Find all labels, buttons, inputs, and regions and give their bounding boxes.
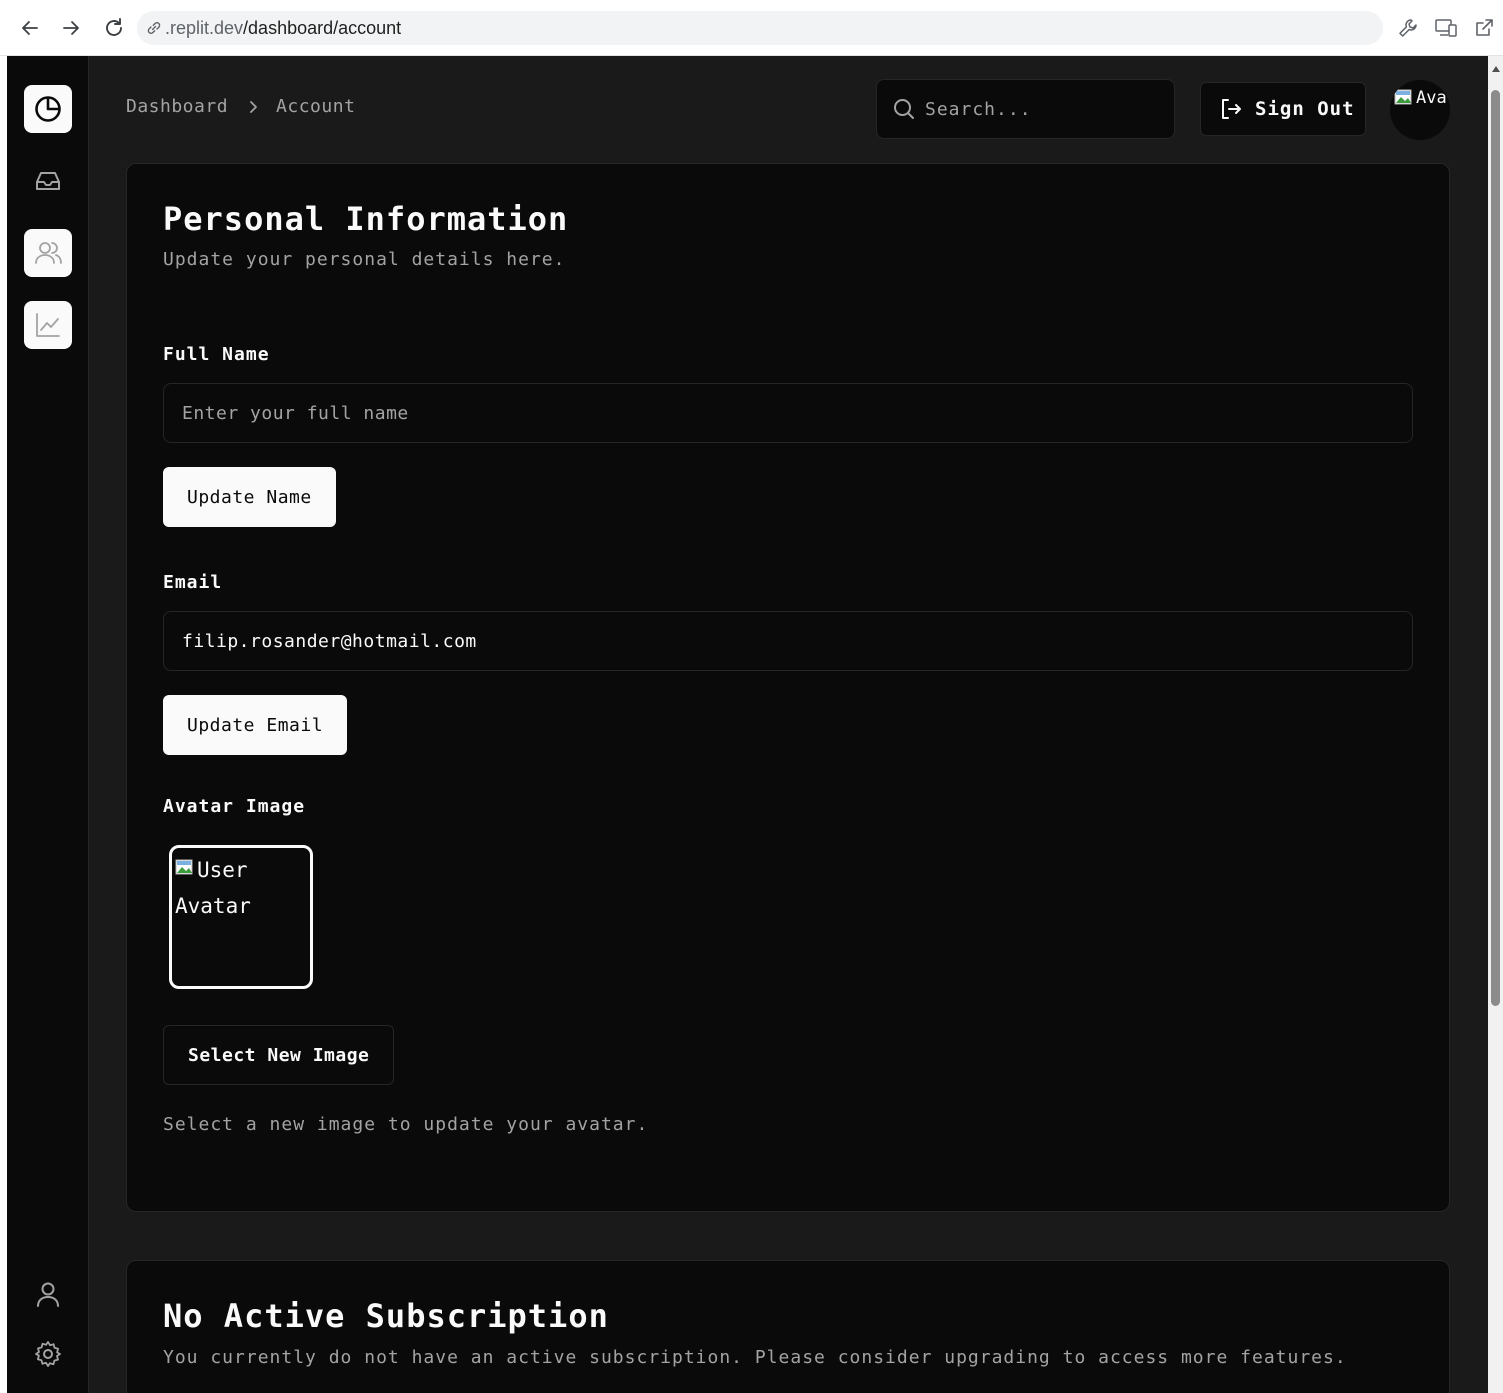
arrow-left-icon <box>22 21 38 35</box>
devices-button[interactable] <box>1433 15 1459 41</box>
devices-icon <box>1435 19 1457 37</box>
wrench-icon <box>1399 19 1417 37</box>
breadcrumb: Dashboard Account <box>126 96 355 117</box>
select-new-image-button[interactable]: Select New Image <box>163 1025 395 1085</box>
scrollbar[interactable] <box>1488 56 1503 1393</box>
forward-button[interactable] <box>56 13 86 43</box>
email-label: Email <box>163 572 223 593</box>
address-bar[interactable]: .replit.dev/dashboard/account <box>137 11 1383 45</box>
sign-out-label: Sign Out <box>1255 98 1355 120</box>
link-icon <box>147 22 161 34</box>
inbox-icon <box>36 172 60 190</box>
gear-icon <box>35 1341 61 1367</box>
back-button[interactable] <box>15 13 45 43</box>
users-icon <box>35 242 62 264</box>
full-name-label: Full Name <box>163 344 270 365</box>
sidebar-item-account[interactable] <box>24 1270 72 1318</box>
pie-chart-icon <box>35 96 61 122</box>
broken-image-icon <box>175 852 195 875</box>
sidebar-item-inbox[interactable] <box>24 157 72 205</box>
update-name-button[interactable]: Update Name <box>163 467 336 527</box>
sidebar-item-dashboard[interactable] <box>24 85 72 133</box>
subscription-description: You currently do not have an active subs… <box>163 1347 1347 1368</box>
card-description: Update your personal details here. <box>163 249 566 270</box>
devtools-button[interactable] <box>1395 15 1421 41</box>
app-window: Dashboard Account Search... Sign Out Ava… <box>7 56 1488 1393</box>
sidebar-item-analytics[interactable] <box>24 301 72 349</box>
sidebar <box>7 56 89 1393</box>
sidebar-item-settings[interactable] <box>24 1330 72 1378</box>
breadcrumb-account[interactable]: Account <box>276 96 355 117</box>
chevron-right-icon <box>248 100 260 114</box>
avatar[interactable]: Avatar <box>1390 80 1450 140</box>
search-placeholder: Search... <box>925 98 1032 120</box>
line-chart-icon <box>36 313 60 337</box>
subscription-title: No Active Subscription <box>163 1297 609 1335</box>
log-out-icon <box>1222 99 1241 119</box>
scroll-up-arrow-icon[interactable] <box>1492 66 1500 72</box>
avatar-image-label: Avatar Image <box>163 796 306 817</box>
sidebar-item-users[interactable] <box>24 229 72 277</box>
personal-information-card: Personal Information Update your persona… <box>126 163 1450 1212</box>
search-input[interactable]: Search... <box>876 79 1175 139</box>
open-external-button[interactable] <box>1471 15 1497 41</box>
update-email-button[interactable]: Update Email <box>163 695 348 755</box>
window-edge <box>0 56 7 1393</box>
scroll-thumb[interactable] <box>1491 90 1500 1006</box>
avatar-help-text: Select a new image to update your avatar… <box>163 1114 649 1135</box>
avatar-preview: User Avatar <box>169 845 313 989</box>
url-domain: .replit.dev <box>165 17 244 38</box>
breadcrumb-dashboard[interactable]: Dashboard <box>126 96 228 117</box>
search-icon <box>894 99 914 119</box>
broken-image-icon <box>1394 89 1414 107</box>
browser-toolbar: .replit.dev/dashboard/account <box>0 0 1503 56</box>
subscription-card: No Active Subscription You currently do … <box>126 1260 1450 1393</box>
reload-button[interactable] <box>99 13 129 43</box>
arrow-right-icon <box>63 21 79 35</box>
full-name-input[interactable] <box>163 383 1413 443</box>
avatar-alt-text: Avatar <box>1416 88 1450 108</box>
email-field[interactable] <box>163 611 1413 671</box>
url-path: /dashboard/account <box>243 17 402 38</box>
sign-out-button[interactable]: Sign Out <box>1200 82 1366 136</box>
user-icon <box>37 1282 59 1307</box>
reload-icon <box>106 18 122 36</box>
card-title: Personal Information <box>163 200 569 238</box>
external-link-icon <box>1476 19 1493 36</box>
